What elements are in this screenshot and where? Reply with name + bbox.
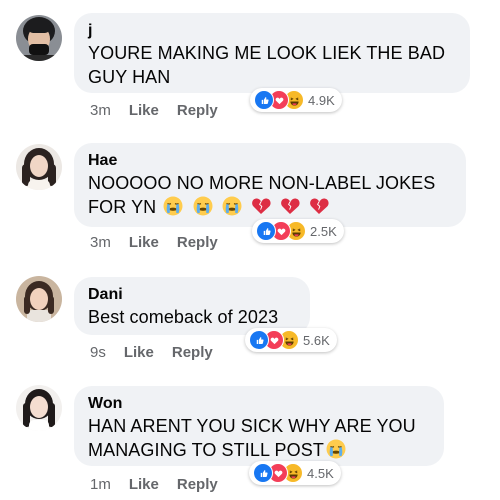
comment-bubble: Dani Best comeback of 2023 [74, 277, 310, 335]
comment-text-line: Best comeback of 2023 [88, 307, 279, 327]
broken-heart-emoji-icon [251, 196, 271, 216]
avatar[interactable] [16, 15, 62, 61]
loudly-crying-emoji-icon [222, 196, 242, 216]
like-reaction-icon [254, 90, 274, 110]
comment-text: YOURE MAKING ME LOOK LIEK THE BAD GUY HA… [88, 41, 456, 89]
like-reaction-icon [249, 330, 269, 350]
like-reaction-icon [256, 221, 276, 241]
broken-heart-emoji-icon [280, 196, 300, 216]
loudly-crying-emoji-icon [193, 196, 213, 216]
comment-text-line: NOOOOO NO MORE NON-LABEL JOKES [88, 173, 436, 193]
comment-text-line: GUY HAN [88, 67, 171, 87]
reaction-count: 2.5K [310, 223, 337, 239]
avatar[interactable] [16, 144, 62, 190]
avatar[interactable] [16, 276, 62, 322]
comment-text-line: YOURE MAKING ME LOOK LIEK THE BAD [88, 43, 446, 63]
comment-actions: 3m Like Reply [90, 102, 218, 119]
comment-actions: 1m Like Reply [90, 476, 218, 493]
comment-text: NOOOOO NO MORE NON-LABEL JOKES FOR YN [88, 171, 452, 219]
comment-text-line: FOR YN [88, 197, 157, 217]
reply-button[interactable]: Reply [177, 234, 218, 251]
like-button[interactable]: Like [129, 102, 159, 119]
comment-text-line: MANAGING TO STILL POST [88, 440, 324, 460]
reaction-summary[interactable]: 2.5K [252, 219, 344, 243]
avatar[interactable] [16, 385, 62, 431]
reply-button[interactable]: Reply [177, 102, 218, 119]
reaction-count: 4.9K [308, 92, 335, 108]
comment-bubble: j YOURE MAKING ME LOOK LIEK THE BAD GUY … [74, 13, 470, 93]
loudly-crying-emoji-icon [163, 196, 183, 216]
commenter-name[interactable]: Dani [88, 285, 296, 305]
reaction-summary[interactable]: 5.6K [245, 328, 337, 352]
comment-text-line-with-emoji: FOR YN [88, 195, 452, 219]
like-button[interactable]: Like [124, 344, 154, 361]
reaction-summary[interactable]: 4.5K [249, 461, 341, 485]
comment-actions: 9s Like Reply [90, 344, 213, 361]
like-reaction-icon [253, 463, 273, 483]
comment-actions: 3m Like Reply [90, 234, 218, 251]
broken-heart-emoji-icon [309, 196, 329, 216]
loudly-crying-emoji-icon [326, 439, 346, 459]
comment-timestamp[interactable]: 9s [90, 344, 106, 361]
comment-timestamp[interactable]: 3m [90, 234, 111, 251]
comment-text: HAN ARENT YOU SICK WHY ARE YOU MANAGING … [88, 414, 430, 462]
reply-button[interactable]: Reply [172, 344, 213, 361]
like-button[interactable]: Like [129, 476, 159, 493]
commenter-name[interactable]: Hae [88, 151, 452, 171]
comment-text-line: HAN ARENT YOU SICK WHY ARE YOU [88, 416, 416, 436]
like-button[interactable]: Like [129, 234, 159, 251]
comment-timestamp[interactable]: 3m [90, 102, 111, 119]
comment-bubble: Hae NOOOOO NO MORE NON-LABEL JOKES FOR Y… [74, 143, 466, 227]
comment-text-line-with-emoji: MANAGING TO STILL POST [88, 438, 430, 462]
comment-text: Best comeback of 2023 [88, 305, 296, 329]
reaction-count: 4.5K [307, 465, 334, 481]
reply-button[interactable]: Reply [177, 476, 218, 493]
comment-timestamp[interactable]: 1m [90, 476, 111, 493]
reaction-summary[interactable]: 4.9K [250, 88, 342, 112]
commenter-name[interactable]: j [88, 21, 456, 41]
reaction-count: 5.6K [303, 332, 330, 348]
commenter-name[interactable]: Won [88, 394, 430, 414]
comment-bubble: Won HAN ARENT YOU SICK WHY ARE YOU MANAG… [74, 386, 444, 466]
